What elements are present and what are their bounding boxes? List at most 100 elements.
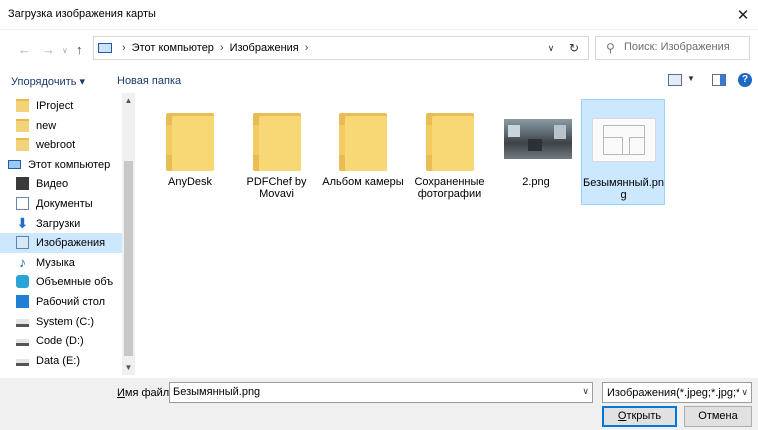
nav-item[interactable]: new [0,116,122,136]
breadcrumb: › Этот компьютер › Изображения › [116,42,314,54]
nav-item-label: Рабочий стол [36,296,106,308]
nav-item-label: Изображения [36,237,106,250]
folder-icon [16,99,29,112]
open-button[interactable]: Открыть [602,406,677,427]
nav-item-label: Видео [36,178,69,191]
nav-item[interactable]: ♪ Музыка [0,253,122,273]
command-bar: Упорядочить ▾ Новая папка ▼ ? [0,70,758,92]
window-title: Загрузка изображения карты [8,8,156,20]
video-icon [16,177,29,191]
new-folder-button[interactable]: Новая папка [117,75,181,87]
file-dialog-footer: Имя файла: ∨ Изображения(*.jpeg;*.jpg;*.… [0,378,758,430]
cancel-button[interactable]: Отмена [684,406,752,427]
file-item-label: PDFChef by Movavi [246,176,307,200]
breadcrumb-pictures[interactable]: Изображения [230,42,299,54]
back-arrow-icon[interactable]: ← [18,42,31,57]
folder-icon [331,107,395,171]
folder-item[interactable]: Альбом камеры [321,99,405,205]
file-item-label: Сохраненные фотографии [414,176,485,200]
file-name-label-accel: И [117,387,125,399]
file-type-value: Изображения(*.jpeg;*.jpg;*.pn [607,387,739,399]
file-item-label: Альбом камеры [322,176,404,188]
nav-item-label: webroot [36,139,76,152]
address-history-chevron-icon[interactable]: ∨ [544,40,558,56]
nav-item-label: System (C:) [36,315,95,328]
image-thumbnail [591,108,656,172]
open-button-label: ткрыть [626,410,662,422]
nav-item[interactable]: Data (E:) [0,351,122,371]
recent-locations-chevron-icon[interactable]: ∨ [62,46,68,55]
nav-item-label: Этот компьютер [28,158,111,171]
file-name-combobox[interactable]: ∨ [169,382,593,403]
computer-icon [8,159,21,169]
close-icon[interactable]: ✕ [728,0,758,30]
refresh-icon[interactable]: ↻ [566,39,582,57]
folder-item[interactable]: AnyDesk [148,99,232,205]
up-arrow-icon[interactable]: ↑ [76,42,83,57]
folder-icon [16,118,29,132]
nav-item-label: IProject [36,100,74,112]
file-item-label: 2.png [522,176,550,188]
address-row: ← → ∨ ↑ › Этот компьютер › Изображения › ∨ ↻… [0,34,758,64]
preview-pane-icon[interactable] [712,74,726,86]
forward-arrow-icon[interactable]: → [42,42,55,57]
nav-item[interactable]: Объемные объ [0,272,122,292]
nav-item[interactable]: Этот компьютер [0,155,122,175]
folder-icon [158,107,222,171]
file-item-label: Безымянный.png [582,177,665,201]
file-list: AnyDesk PDFChef by Movavi Альбом камеры Сох… [136,93,758,375]
nav-item-label: Загрузки [36,217,81,230]
pictures-icon [16,236,29,250]
folder-item[interactable]: PDFChef by Movavi [235,99,319,205]
file-item[interactable]: 2.png [494,99,578,205]
nav-item[interactable]: webroot [0,135,122,155]
navigation-pane: IProject new webroot Этот компьютер Видео Док… [0,93,135,375]
breadcrumb-separator: › [122,42,126,54]
search-icon: ⚲ [606,41,615,55]
music-icon: ♪ [19,253,26,270]
breadcrumb-separator: › [219,42,224,54]
nav-item[interactable]: System (C:) [0,312,122,332]
documents-icon [16,197,29,210]
3d-objects-icon [16,275,29,289]
desktop-icon [16,295,29,308]
nav-item[interactable]: Видео [0,174,122,194]
nav-item-label: Объемные объ [36,276,114,289]
nav-item[interactable]: ⬇ Загрузки [0,214,122,234]
breadcrumb-this-pc[interactable]: Этот компьютер [132,42,214,54]
organize-button[interactable]: Упорядочить ▾ [11,75,85,88]
image-thumbnail [504,107,572,171]
view-options-chevron-icon[interactable]: ▼ [687,74,695,83]
file-item-label: AnyDesk [167,176,213,188]
scroll-down-arrow-icon[interactable]: ▼ [122,363,135,372]
file-name-input[interactable] [173,386,563,398]
nav-item[interactable]: Рабочий стол [0,292,122,312]
scroll-up-arrow-icon[interactable]: ▲ [122,96,135,105]
nav-item[interactable]: Документы [0,194,122,214]
file-type-chevron-icon: ∨ [741,387,748,397]
pictures-location-icon [98,43,112,53]
nav-item-label: Code (D:) [36,335,84,348]
file-name-dropdown-chevron-icon[interactable]: ∨ [582,386,589,397]
nav-item[interactable]: IProject [0,96,122,116]
folder-icon [418,107,482,171]
drive-icon [16,339,29,347]
nav-item[interactable]: Изображения [0,233,122,254]
folder-icon [245,107,309,171]
scrollbar-thumb[interactable] [124,161,133,356]
search-input[interactable] [624,41,744,53]
nav-item-label: Музыка [36,256,75,269]
nav-item[interactable]: Code (D:) [0,331,122,351]
nav-scrollbar[interactable]: ▲ ▼ [122,93,135,375]
folder-icon [16,138,29,152]
folder-item[interactable]: Сохраненные фотографии [408,99,492,205]
address-bar[interactable]: › Этот компьютер › Изображения › ∨ ↻ [93,36,589,60]
change-view-icon[interactable] [668,74,682,86]
search-box[interactable]: ⚲ [595,36,750,60]
help-icon[interactable]: ? [738,73,752,87]
file-type-select[interactable]: Изображения(*.jpeg;*.jpg;*.pn ∨ [602,382,752,403]
file-item[interactable]: Безымянный.png [580,99,665,205]
nav-item-label: Документы [36,198,93,210]
downloads-icon: ⬇ [16,214,29,231]
breadcrumb-separator: › [304,42,309,54]
